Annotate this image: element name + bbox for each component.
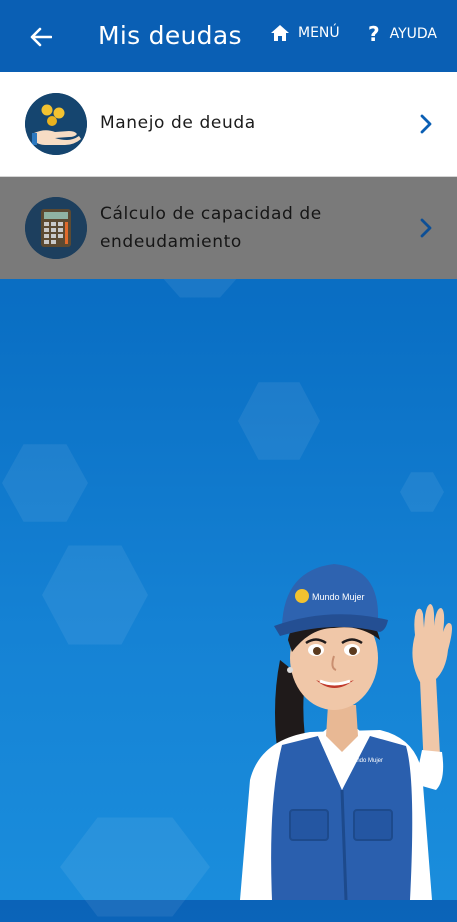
background-hexagon [2,444,88,522]
list-item-label: Cálculo de capacidad de endeudamiento [100,204,322,252]
background-hexagon [42,545,148,645]
menu-button[interactable]: MENÚ [270,24,340,42]
home-icon [271,25,289,41]
help-label: AYUDA [389,26,438,42]
app-bar: Mis deudas MENÚ ? AYUDA [0,0,457,72]
back-button[interactable] [24,20,58,54]
cap-logo-text: Mundo Mujer [312,592,365,602]
mascot-illustration: Mundo Mujer Mundo Mujer [240,564,452,900]
menu-label: MENÚ [298,25,340,41]
list-item-capacidad-endeudamiento[interactable]: Cálculo de capacidad de endeudamiento [0,177,457,279]
list-item-manejo-de-deuda[interactable]: Manejo de deuda [0,72,457,177]
chevron-right-icon [420,114,432,134]
arrow-left-icon [30,27,52,47]
background-hexagon [400,472,444,512]
chevron-right-icon [420,218,432,238]
background-hexagon [238,382,320,460]
background-hexagon [60,817,210,917]
list-item-label: Manejo de deuda [100,113,256,133]
page-title: Mis deudas [98,21,242,50]
calculator-icon [25,197,87,259]
question-mark-icon: ? [368,22,380,46]
hand-coins-icon [25,93,87,155]
help-button[interactable]: ? AYUDA [368,24,437,44]
vest-logo-text: Mundo Mujer [348,758,383,764]
